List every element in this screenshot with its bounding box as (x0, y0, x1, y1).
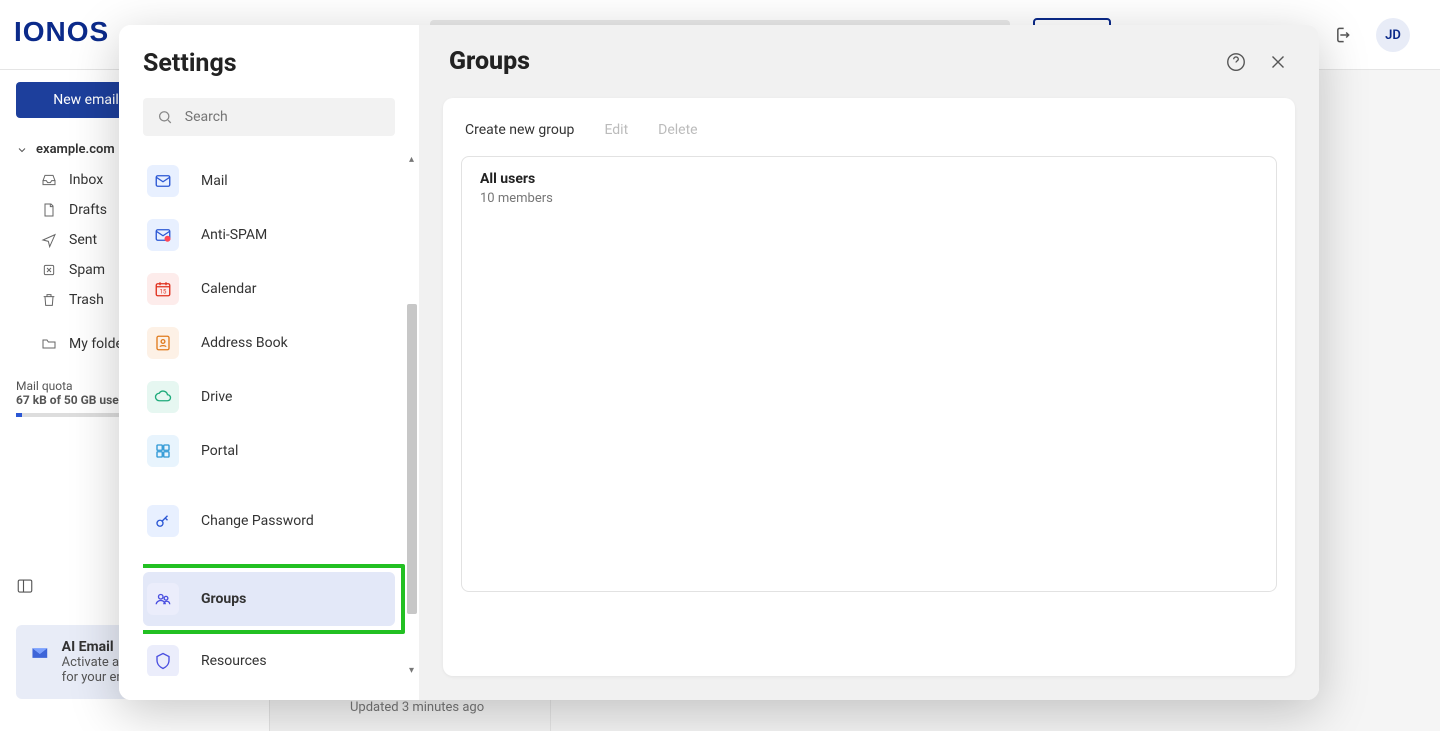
group-actions: Create new group Edit Delete (461, 122, 1277, 156)
portal-icon (147, 435, 179, 467)
trash-icon (41, 292, 57, 308)
settings-nav-scrollbar[interactable]: ▴ ▾ (404, 154, 419, 676)
sent-icon (41, 232, 57, 248)
nav-label: Drive (201, 389, 232, 405)
nav-label: Resources (201, 653, 267, 669)
resources-icon (147, 645, 179, 676)
nav-calendar[interactable]: 15 Calendar (143, 262, 407, 316)
avatar[interactable]: JD (1376, 18, 1410, 52)
content-title: Groups (449, 47, 1205, 76)
nav-resources[interactable]: Resources (143, 634, 407, 676)
settings-modal: Settings Mail Anti-SPAM 15 (119, 25, 1319, 700)
nav-label: Address Book (201, 335, 288, 351)
group-list: All users 10 members (461, 156, 1277, 592)
groups-icon (147, 583, 179, 615)
delete-group-action: Delete (658, 122, 697, 138)
ai-promo-icon (30, 639, 50, 667)
settings-content: Groups Create new group Edit Delete All … (419, 25, 1319, 700)
nav-drive[interactable]: Drive (143, 370, 407, 424)
nav-groups[interactable]: Groups (143, 572, 395, 626)
nav-mail[interactable]: Mail (143, 154, 407, 208)
search-icon (157, 108, 173, 126)
group-member-count: 10 members (480, 191, 1258, 206)
close-icon[interactable] (1267, 51, 1289, 73)
drafts-icon (41, 202, 57, 218)
nav-anti-spam[interactable]: Anti-SPAM (143, 208, 407, 262)
settings-nav: Mail Anti-SPAM 15 Calendar Address Book (143, 154, 419, 676)
help-icon[interactable] (1225, 51, 1247, 73)
nav-label: Mail (201, 173, 228, 189)
edit-group-action: Edit (604, 122, 628, 138)
nav-portal[interactable]: Portal (143, 424, 407, 478)
folder-icon (41, 336, 57, 352)
updated-timestamp: Updated 3 minutes ago (350, 700, 484, 715)
scroll-up-arrow[interactable]: ▴ (406, 154, 417, 165)
scroll-thumb[interactable] (407, 304, 417, 614)
nav-label: Portal (201, 443, 238, 459)
create-group-action[interactable]: Create new group (465, 122, 574, 138)
scroll-down-arrow[interactable]: ▾ (406, 665, 417, 676)
spam-icon (41, 262, 57, 278)
highlight-annotation: Groups (143, 564, 405, 634)
group-name: All users (480, 171, 1258, 187)
drive-icon (147, 381, 179, 413)
address-book-icon (147, 327, 179, 359)
nav-label: Change Password (201, 513, 314, 529)
nav-address-book[interactable]: Address Book (143, 316, 407, 370)
mail-icon (147, 165, 179, 197)
settings-title: Settings (143, 49, 419, 78)
svg-text:15: 15 (160, 289, 167, 296)
calendar-icon: 15 (147, 273, 179, 305)
settings-search-input[interactable] (185, 109, 381, 125)
key-icon (147, 505, 179, 537)
nav-label: Anti-SPAM (201, 227, 267, 243)
chevron-down-icon (16, 144, 28, 156)
content-header: Groups (419, 25, 1319, 98)
settings-search[interactable] (143, 98, 395, 136)
nav-change-password[interactable]: Change Password (143, 494, 407, 548)
settings-sidebar: Settings Mail Anti-SPAM 15 (119, 25, 419, 700)
inbox-icon (41, 172, 57, 188)
brand-logo: IONOS (14, 16, 109, 48)
domain-label: example.com (36, 142, 115, 157)
nav-label: Groups (201, 591, 246, 607)
group-item-all-users[interactable]: All users 10 members (462, 157, 1276, 220)
groups-card: Create new group Edit Delete All users 1… (443, 98, 1295, 676)
nav-label: Calendar (201, 281, 257, 297)
logout-icon[interactable] (1332, 25, 1352, 45)
anti-spam-icon (147, 219, 179, 251)
